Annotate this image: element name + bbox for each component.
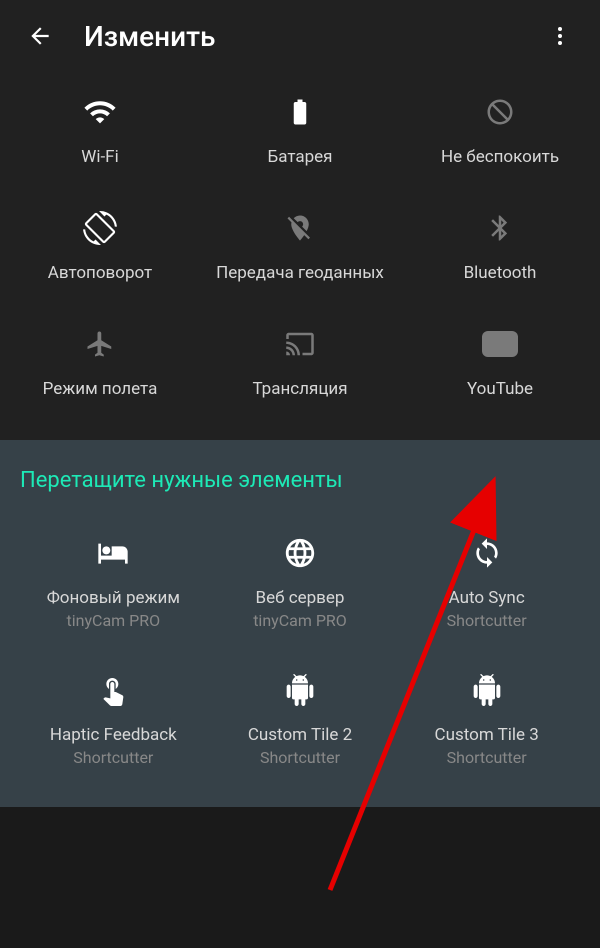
bed-icon xyxy=(93,533,133,573)
tile-label: YouTube xyxy=(467,378,533,400)
tile-battery[interactable]: Батарея xyxy=(200,92,400,168)
tile-label: Автоповорот xyxy=(48,262,152,284)
tile-webserver[interactable]: Веб сервер tinyCam PRO xyxy=(207,533,394,630)
tile-wifi[interactable]: Wi-Fi xyxy=(0,92,200,168)
youtube-icon xyxy=(480,324,520,364)
tile-label: Custom Tile 2 xyxy=(248,724,352,746)
tile-sublabel: tinyCam PRO xyxy=(253,611,347,630)
tile-label: Фоновый режим xyxy=(47,587,180,609)
tile-label: Haptic Feedback xyxy=(50,724,177,746)
active-tiles-section: Wi-Fi Батарея Не беспокоить Автоповорот … xyxy=(0,72,600,440)
tile-bgmode[interactable]: Фоновый режим tinyCam PRO xyxy=(20,533,207,630)
tile-label: Веб сервер xyxy=(256,587,345,609)
bluetooth-icon xyxy=(480,208,520,248)
tile-label: Не беспокоить xyxy=(441,146,559,168)
tile-bluetooth[interactable]: Bluetooth xyxy=(400,208,600,284)
back-button[interactable] xyxy=(20,16,60,56)
arrow-back-icon xyxy=(27,23,53,49)
tile-sublabel: Shortcutter xyxy=(447,611,527,630)
tile-label: Bluetooth xyxy=(464,262,537,284)
android-icon xyxy=(467,670,507,710)
tile-airplane[interactable]: Режим полета xyxy=(0,324,200,400)
tile-custom2[interactable]: Custom Tile 2 Shortcutter xyxy=(207,670,394,767)
tile-sublabel: Shortcutter xyxy=(73,748,153,767)
tile-dnd[interactable]: Не беспокоить xyxy=(400,92,600,168)
more-vert-icon xyxy=(548,24,572,48)
cast-icon xyxy=(280,324,320,364)
tile-label: Режим полета xyxy=(43,378,158,400)
more-button[interactable] xyxy=(540,16,580,56)
tile-autosync[interactable]: Auto Sync Shortcutter xyxy=(393,533,580,630)
tile-label: Auto Sync xyxy=(449,587,525,609)
page-title: Изменить xyxy=(84,20,540,53)
location-off-icon xyxy=(280,208,320,248)
airplane-icon xyxy=(80,324,120,364)
do-not-disturb-icon xyxy=(480,92,520,132)
touch-icon xyxy=(93,670,133,710)
battery-icon xyxy=(280,92,320,132)
tile-label: Передача геоданных xyxy=(216,262,384,284)
sync-icon xyxy=(467,533,507,573)
header: Изменить xyxy=(0,0,600,72)
section-title: Перетащите нужные элементы xyxy=(20,468,580,493)
tile-label: Трансляция xyxy=(252,378,347,400)
android-icon xyxy=(280,670,320,710)
tile-cast[interactable]: Трансляция xyxy=(200,324,400,400)
tile-location[interactable]: Передача геоданных xyxy=(200,208,400,284)
tile-autorotate[interactable]: Автоповорот xyxy=(0,208,200,284)
tile-sublabel: Shortcutter xyxy=(447,748,527,767)
autorotate-icon xyxy=(80,208,120,248)
wifi-icon xyxy=(80,92,120,132)
tile-sublabel: tinyCam PRO xyxy=(67,611,161,630)
globe-icon xyxy=(280,533,320,573)
tile-label: Wi-Fi xyxy=(81,146,118,168)
tile-haptic[interactable]: Haptic Feedback Shortcutter xyxy=(20,670,207,767)
tile-sublabel: Shortcutter xyxy=(260,748,340,767)
tile-custom3[interactable]: Custom Tile 3 Shortcutter xyxy=(393,670,580,767)
available-tiles-section: Перетащите нужные элементы Фоновый режим… xyxy=(0,440,600,807)
tile-label: Батарея xyxy=(267,146,332,168)
tile-label: Custom Tile 3 xyxy=(435,724,539,746)
tile-youtube[interactable]: YouTube xyxy=(400,324,600,400)
